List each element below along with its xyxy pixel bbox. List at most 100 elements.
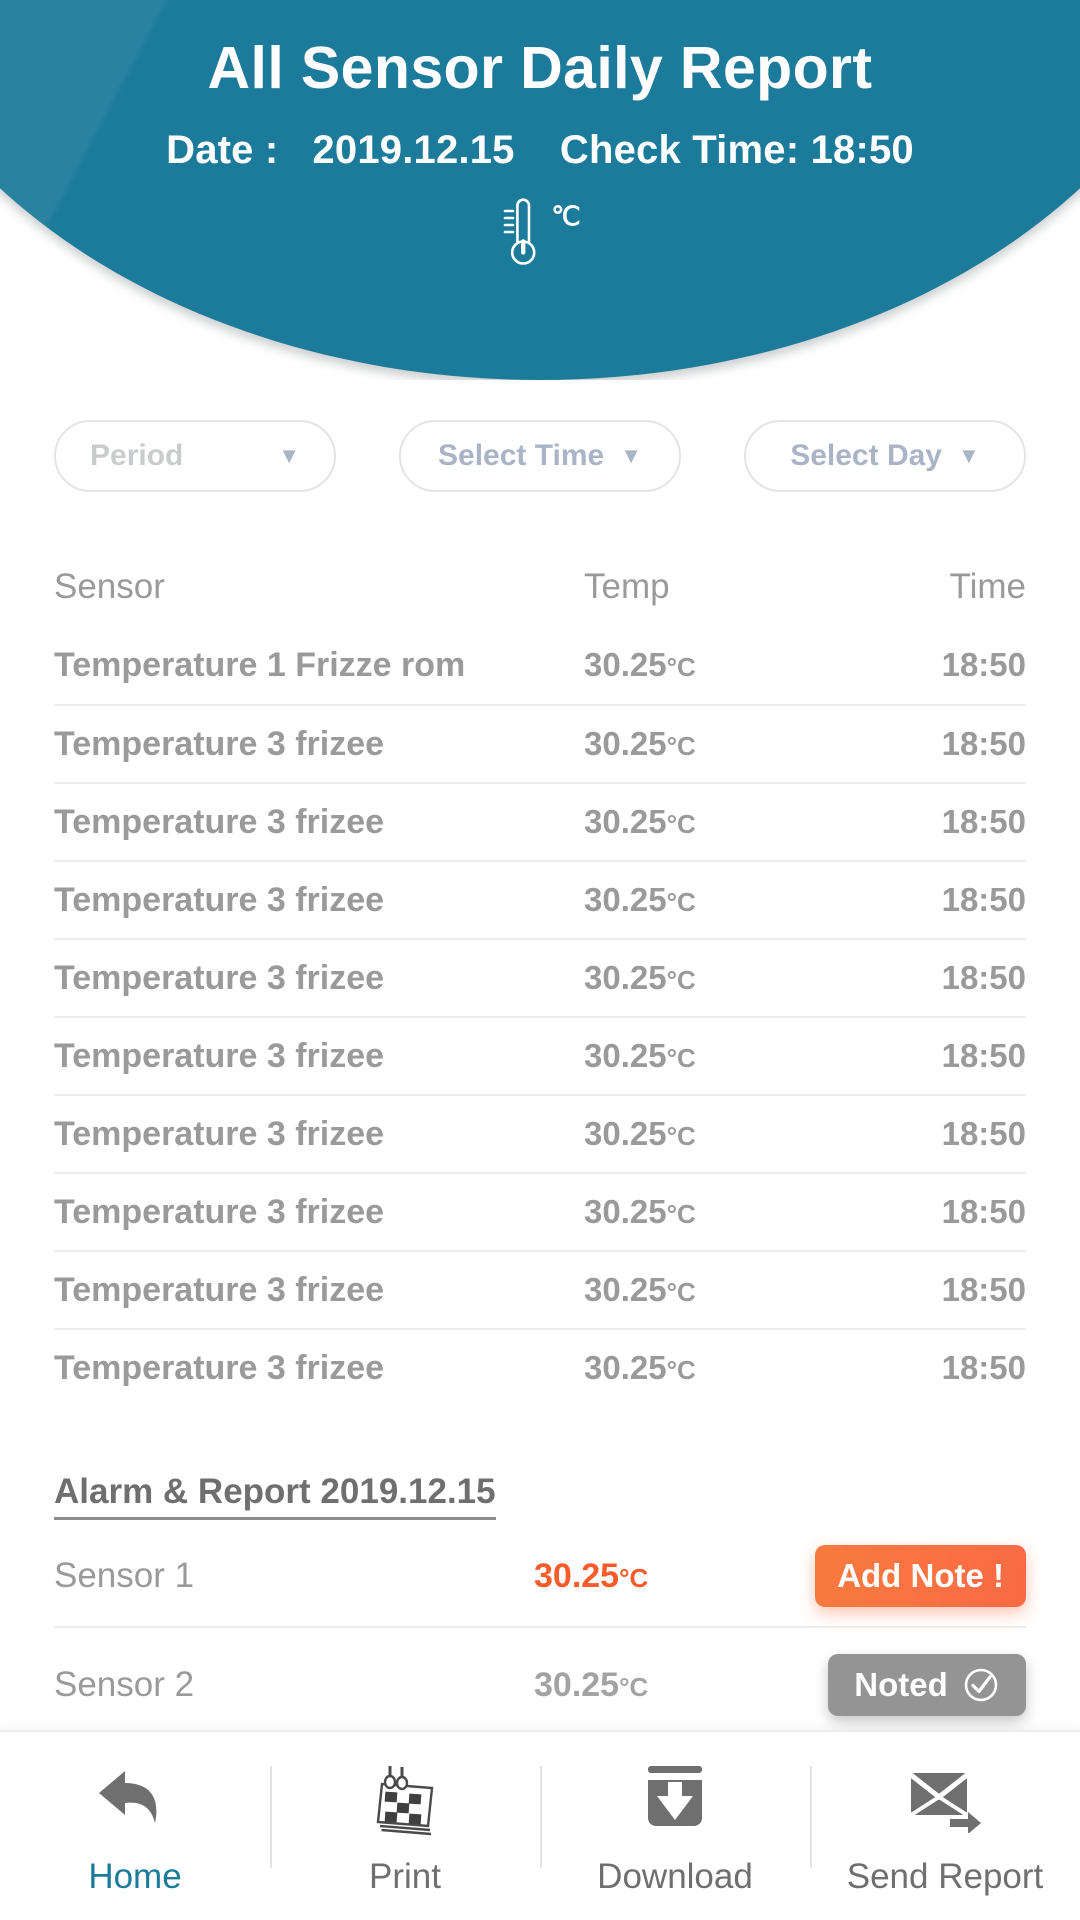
cell-temperature: 30.25°C xyxy=(584,959,884,997)
nav-label-download: Download xyxy=(597,1857,753,1896)
check-time-label: Check Time: xyxy=(559,127,800,172)
column-header-sensor: Sensor xyxy=(54,567,165,606)
cell-temperature: 30.25°C xyxy=(584,881,884,919)
cell-time: 18:50 xyxy=(941,1037,1026,1074)
cell-temperature: 30.25°C xyxy=(584,725,884,763)
table-row[interactable]: Temperature 3 frizee 30.25°C 18:50 xyxy=(54,1094,1026,1172)
period-dropdown-label: Period xyxy=(90,439,184,472)
alarm-sensor-name: Sensor 1 xyxy=(54,1556,195,1595)
table-row[interactable]: Temperature 3 frizee 30.25°C 18:50 xyxy=(54,1328,1026,1406)
cell-temperature: 30.25°C xyxy=(584,1037,884,1075)
date-value: 2019.12.15 xyxy=(312,127,515,172)
period-dropdown[interactable]: Period ▼ xyxy=(54,420,336,492)
alarm-rows: Sensor 1 30.25°C Add Note ! Sensor 2 30.25°C… xyxy=(54,1526,1026,1736)
cell-temperature-unit: °C xyxy=(666,1043,696,1073)
table-row[interactable]: Temperature 3 frizee 30.25°C 18:50 xyxy=(54,860,1026,938)
header-banner: All Sensor Daily Report Date : 2019.12.1… xyxy=(0,0,1080,380)
cell-time: 18:50 xyxy=(941,725,1026,762)
cell-time: 18:50 xyxy=(941,803,1026,840)
page-title: All Sensor Daily Report xyxy=(207,35,873,101)
alarm-temperature-value: 30.25 xyxy=(534,1665,620,1704)
cell-temperature-value: 30.25 xyxy=(584,646,667,683)
nav-label-send-report: Send Report xyxy=(846,1857,1044,1896)
cell-temperature-unit: °C xyxy=(666,887,696,917)
header-datetime-line: Date : 2019.12.15 Check Time: 18:50 xyxy=(0,128,1080,173)
table-row[interactable]: Temperature 3 frizee 30.25°C 18:50 xyxy=(54,1172,1026,1250)
alarm-temperature-unit: °C xyxy=(619,1671,649,1702)
column-header-temp: Temp xyxy=(584,567,670,606)
cell-time: 18:50 xyxy=(941,1193,1026,1230)
cell-time: 18:50 xyxy=(941,881,1026,918)
table-row[interactable]: Temperature 1 Frizze rom 30.25°C 18:50 xyxy=(54,626,1026,704)
select-time-dropdown[interactable]: Select Time ▼ xyxy=(399,420,681,492)
cell-temperature-unit: °C xyxy=(666,1277,696,1307)
cell-sensor-name: Temperature 3 frizee xyxy=(54,1348,385,1387)
alarm-temperature-unit: °C xyxy=(619,1562,649,1593)
cell-sensor-name: Temperature 3 frizee xyxy=(54,724,385,763)
bottom-navigation-bar: Home Print Download Send Report xyxy=(0,1730,1080,1920)
add-note-button[interactable]: Add Note ! xyxy=(815,1545,1026,1607)
cell-temperature-value: 30.25 xyxy=(584,1349,667,1386)
cell-temperature: 30.25°C xyxy=(584,646,884,684)
cell-temperature-value: 30.25 xyxy=(584,959,667,996)
table-row[interactable]: Temperature 3 frizee 30.25°C 18:50 xyxy=(54,704,1026,782)
header-content: All Sensor Daily Report Date : 2019.12.1… xyxy=(0,0,1080,380)
cell-temperature-value: 30.25 xyxy=(584,1115,667,1152)
cell-temperature-unit: °C xyxy=(666,1121,696,1151)
cell-time: 18:50 xyxy=(941,1271,1026,1308)
cell-time: 18:50 xyxy=(941,1115,1026,1152)
column-header-time: Time xyxy=(949,567,1026,606)
table-row[interactable]: Temperature 3 frizee 30.25°C 18:50 xyxy=(54,1016,1026,1094)
noted-button[interactable]: Noted xyxy=(828,1654,1026,1716)
cell-time: 18:50 xyxy=(941,646,1026,683)
select-day-dropdown-label: Select Day xyxy=(790,439,942,472)
date-label: Date : xyxy=(166,127,279,172)
select-time-dropdown-label: Select Time xyxy=(438,439,605,472)
table-row[interactable]: Temperature 3 frizee 30.25°C 18:50 xyxy=(54,782,1026,860)
table-row[interactable]: Temperature 3 frizee 30.25°C 18:50 xyxy=(54,938,1026,1016)
nav-item-print[interactable]: Print xyxy=(270,1732,540,1920)
alarm-report-section: Alarm & Report 2019.12.15 Sensor 1 30.25°… xyxy=(0,1472,1080,1736)
chevron-down-icon: ▼ xyxy=(278,443,300,468)
download-icon xyxy=(639,1755,711,1841)
cell-sensor-name: Temperature 3 frizee xyxy=(54,1114,385,1153)
cell-temperature-unit: °C xyxy=(666,1355,696,1385)
table-row[interactable]: Temperature 3 frizee 30.25°C 18:50 xyxy=(54,1250,1026,1328)
cell-time: 18:50 xyxy=(941,959,1026,996)
cell-sensor-name: Temperature 3 frizee xyxy=(54,880,385,919)
cell-temperature-unit: °C xyxy=(666,1199,696,1229)
temperature-unit-label: ℃ xyxy=(551,200,581,231)
cell-sensor-name: Temperature 3 frizee xyxy=(54,802,385,841)
cell-temperature-value: 30.25 xyxy=(584,803,667,840)
chevron-down-icon: ▼ xyxy=(620,443,642,468)
cell-temperature: 30.25°C xyxy=(584,1271,884,1309)
filter-bar: Period ▼ Select Time ▼ Select Day ▼ xyxy=(0,420,1080,492)
cell-temperature: 30.25°C xyxy=(584,1349,884,1387)
cell-temperature-value: 30.25 xyxy=(584,1271,667,1308)
cell-temperature-unit: °C xyxy=(666,965,696,995)
alarm-temperature: 30.25°C xyxy=(534,1557,815,1596)
select-day-dropdown[interactable]: Select Day ▼ xyxy=(744,420,1026,492)
cell-time: 18:50 xyxy=(941,1349,1026,1386)
cell-sensor-name: Temperature 3 frizee xyxy=(54,958,385,997)
send-mail-icon xyxy=(906,1755,984,1841)
check-time-value: 18:50 xyxy=(810,127,914,172)
alarm-temperature-value: 30.25 xyxy=(534,1556,620,1595)
nav-item-home[interactable]: Home xyxy=(0,1732,270,1920)
cell-temperature-unit: °C xyxy=(666,731,696,761)
cell-temperature-unit: °C xyxy=(666,652,696,682)
cell-temperature-value: 30.25 xyxy=(584,881,667,918)
noted-button-label: Noted xyxy=(854,1666,948,1703)
alarm-temperature: 30.25°C xyxy=(534,1666,828,1705)
nav-item-send-report[interactable]: Send Report xyxy=(810,1732,1080,1920)
cell-temperature: 30.25°C xyxy=(584,803,884,841)
cell-sensor-name: Temperature 3 frizee xyxy=(54,1192,385,1231)
nav-item-download[interactable]: Download xyxy=(540,1732,810,1920)
calendar-pad-icon xyxy=(368,1755,442,1841)
back-arrow-icon xyxy=(95,1755,175,1841)
cell-temperature-value: 30.25 xyxy=(584,725,667,762)
alarm-row: Sensor 2 30.25°C Noted xyxy=(54,1634,1026,1736)
add-note-button-label: Add Note ! xyxy=(837,1557,1004,1594)
cell-temperature: 30.25°C xyxy=(584,1115,884,1153)
cell-temperature-unit: °C xyxy=(666,809,696,839)
